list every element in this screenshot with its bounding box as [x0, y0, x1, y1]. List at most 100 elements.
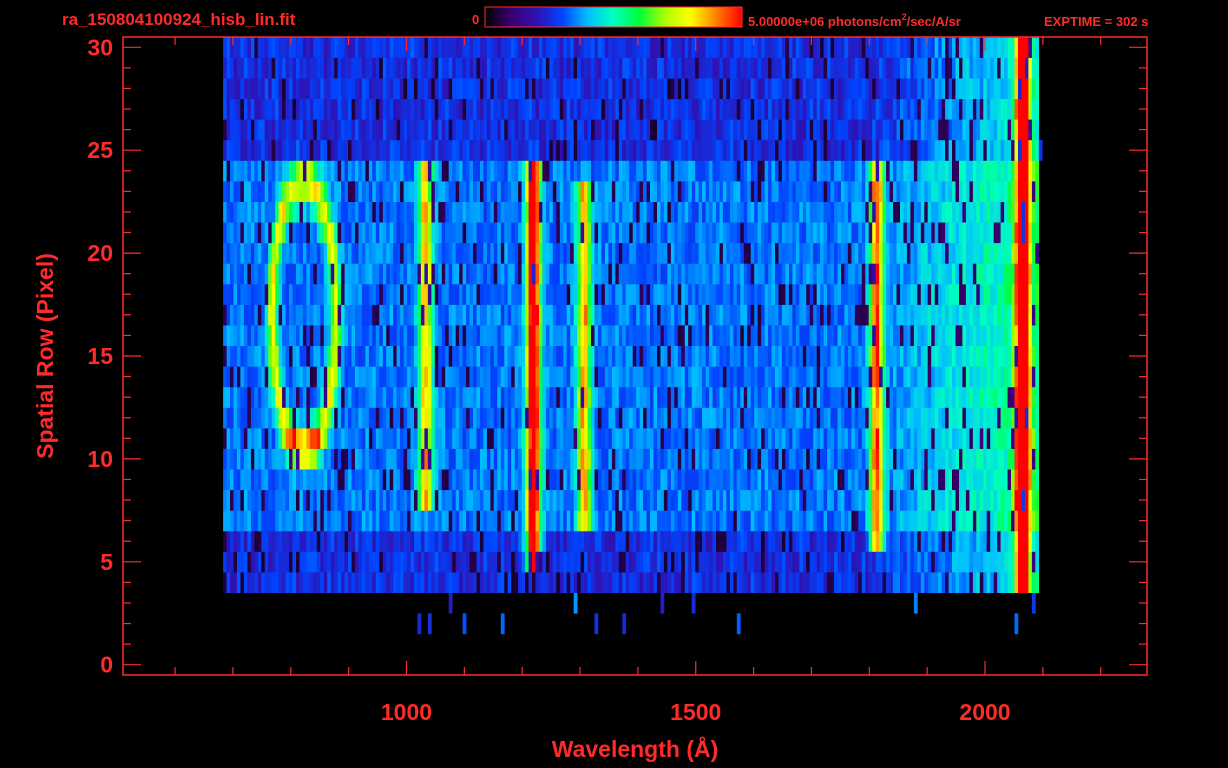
heatmap-cell	[611, 160, 616, 182]
heatmap-cell	[299, 201, 304, 223]
heatmap-cell	[896, 325, 901, 346]
heatmap-cell	[646, 489, 651, 511]
heatmap-cell	[712, 222, 717, 244]
heatmap-cell	[660, 510, 665, 532]
heatmap-cell	[337, 551, 342, 573]
heatmap-cell	[844, 530, 849, 552]
heatmap-cell	[289, 386, 293, 408]
heatmap-cell	[646, 448, 651, 470]
heatmap-cell	[670, 242, 675, 264]
heatmap-cell	[271, 222, 276, 244]
heatmap-cell	[525, 551, 529, 573]
heatmap-cell	[511, 201, 515, 223]
heatmap-cell	[407, 572, 411, 593]
heatmap-cell	[993, 345, 998, 367]
heatmap-cell	[889, 242, 894, 264]
heatmap-cell	[296, 345, 300, 367]
heatmap-cell	[604, 345, 609, 367]
heatmap-cell	[976, 345, 981, 367]
heatmap-cell	[986, 530, 991, 552]
heatmap-cell	[476, 469, 481, 491]
heatmap-cell	[598, 222, 602, 244]
heatmap-cell	[257, 551, 262, 573]
heatmap-cell	[792, 201, 797, 223]
heatmap-cell	[1007, 407, 1012, 429]
heatmap-cell	[670, 181, 675, 202]
heatmap-cell	[361, 201, 366, 223]
heatmap-cell	[348, 489, 352, 511]
heatmap-cell	[858, 284, 863, 305]
heatmap-cell	[893, 222, 897, 244]
heatmap-cell	[341, 345, 345, 367]
heatmap-cell	[959, 572, 963, 593]
heatmap-cell	[299, 160, 304, 182]
heatmap-cell	[302, 510, 307, 532]
heatmap-cell	[292, 201, 297, 223]
heatmap-cell	[629, 572, 633, 593]
heatmap-cell	[750, 572, 755, 593]
heatmap-cell	[500, 613, 505, 635]
heatmap-cell	[900, 428, 904, 449]
heatmap-cell	[827, 284, 831, 305]
heatmap-cell	[466, 160, 470, 182]
heatmap-cell	[792, 284, 797, 305]
heatmap-cell	[323, 242, 328, 264]
heatmap-cell	[761, 345, 765, 367]
heatmap-cell	[851, 304, 856, 326]
heatmap-cell	[466, 242, 470, 264]
heatmap-cell	[389, 325, 394, 346]
heatmap-cell	[584, 201, 588, 223]
heatmap-cell	[768, 572, 772, 593]
heatmap-cell	[934, 572, 939, 593]
heatmap-cell	[1018, 448, 1022, 470]
heatmap-cell	[729, 489, 734, 511]
heatmap-cell	[257, 222, 262, 244]
heatmap-cell	[309, 345, 314, 367]
heatmap-cell	[563, 407, 568, 429]
heatmap-cell	[316, 366, 321, 388]
heatmap-cell	[434, 201, 439, 223]
heatmap-cell	[934, 530, 939, 552]
heatmap-cell	[473, 345, 477, 367]
heatmap-cell	[778, 242, 783, 264]
heatmap-cell	[681, 263, 686, 285]
heatmap-cell	[615, 510, 620, 532]
heatmap-cell	[563, 551, 568, 573]
heatmap-cell	[1000, 304, 1005, 326]
heatmap-cell	[396, 160, 401, 182]
heatmap-cell	[903, 386, 908, 408]
heatmap-cell	[518, 345, 522, 367]
heatmap-cell	[1011, 386, 1015, 408]
heatmap-cell	[785, 181, 790, 202]
heatmap-cell	[316, 325, 321, 346]
heatmap-cell	[368, 345, 373, 367]
heatmap-cell	[764, 222, 769, 244]
heatmap-cell	[535, 551, 540, 573]
heatmap-cell	[532, 551, 536, 573]
heatmap-cell	[507, 181, 512, 202]
heatmap-cell	[1004, 160, 1008, 182]
heatmap-cell	[979, 428, 984, 449]
heatmap-cell	[542, 263, 547, 285]
heatmap-cell	[962, 407, 967, 429]
heatmap-cell	[299, 304, 304, 326]
heatmap-cell	[823, 469, 828, 491]
heatmap-cell	[775, 386, 779, 408]
heatmap-cell	[667, 181, 672, 202]
heatmap-cell	[823, 510, 828, 532]
heatmap-cell	[813, 489, 817, 511]
heatmap-cell	[823, 304, 828, 326]
heatmap-cell	[674, 345, 679, 367]
heatmap-cell	[979, 489, 984, 511]
heatmap-cell	[670, 201, 675, 223]
heatmap-cell	[681, 551, 686, 573]
heatmap-cell	[552, 284, 557, 305]
heatmap-cell	[420, 181, 425, 202]
heatmap-cell	[625, 181, 630, 202]
heatmap-cell	[598, 325, 602, 346]
heatmap-cell	[282, 181, 286, 202]
heatmap-cell	[521, 284, 526, 305]
heatmap-cell	[341, 242, 345, 264]
heatmap-cell	[1031, 366, 1036, 388]
heatmap-cell	[313, 551, 318, 573]
